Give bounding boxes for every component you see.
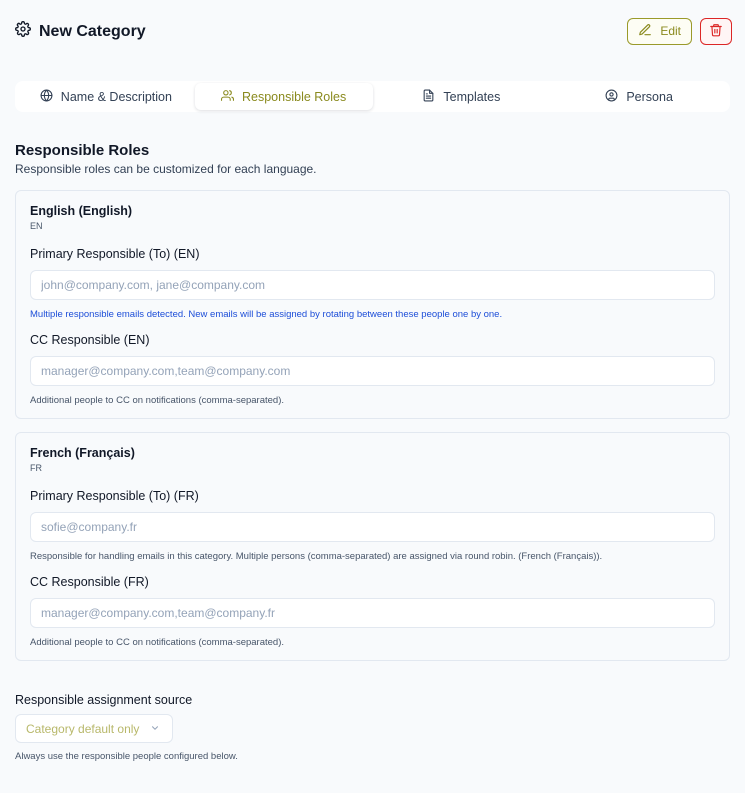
- tab-name-description[interactable]: Name & Description: [17, 83, 195, 110]
- tab-label: Templates: [443, 89, 501, 104]
- section-title: Responsible Roles: [15, 142, 150, 159]
- users-icon: [221, 89, 234, 105]
- assignment-source-select[interactable]: Category default only: [15, 714, 173, 743]
- primary-responsible-label: Primary Responsible (To) (EN): [30, 247, 200, 261]
- cc-responsible-input-fr[interactable]: [30, 598, 715, 628]
- cc-responsible-input-en[interactable]: [30, 356, 715, 386]
- tab-label: Name & Description: [60, 89, 172, 104]
- tab-templates[interactable]: Templates: [373, 83, 551, 110]
- page-title: New Category: [39, 22, 146, 40]
- tab-label: Responsible Roles: [242, 89, 347, 104]
- language-code: EN: [30, 221, 43, 231]
- assignment-source-hint: Always use the responsible people config…: [15, 751, 238, 762]
- header-actions: Edit: [627, 17, 732, 45]
- assignment-source-value: Category default only: [26, 721, 140, 736]
- cc-responsible-label: CC Responsible (FR): [30, 575, 149, 589]
- primary-responsible-hint: Multiple responsible emails detected. Ne…: [30, 309, 503, 320]
- header: New Category Edit: [15, 0, 732, 62]
- pencil-icon: [638, 23, 652, 40]
- delete-button[interactable]: [700, 17, 732, 45]
- section-description: Responsible roles can be customized for …: [15, 162, 317, 176]
- language-card-fr: French (Français) FR Primary Responsible…: [15, 432, 730, 661]
- tab-bar: Name & Description Responsible Roles Tem…: [15, 81, 730, 112]
- edit-button-label: Edit: [660, 24, 681, 38]
- title-wrap: New Category: [15, 21, 146, 42]
- user-circle-icon: [605, 89, 618, 105]
- cc-responsible-label: CC Responsible (EN): [30, 333, 150, 347]
- document-icon: [422, 89, 435, 105]
- edit-button[interactable]: Edit: [627, 17, 692, 45]
- primary-responsible-hint: Responsible for handling emails in this …: [30, 551, 603, 562]
- tab-responsible-roles[interactable]: Responsible Roles: [194, 83, 373, 110]
- language-card-en: English (English) EN Primary Responsible…: [15, 190, 730, 419]
- cc-responsible-hint: Additional people to CC on notifications…: [30, 395, 284, 406]
- gear-icon: [15, 21, 31, 42]
- globe-icon: [40, 89, 53, 105]
- tab-label: Persona: [626, 89, 673, 104]
- cc-responsible-hint: Additional people to CC on notifications…: [30, 637, 284, 648]
- chevron-down-icon: [150, 722, 160, 736]
- primary-responsible-input-fr[interactable]: [30, 512, 715, 542]
- language-name: English (English): [30, 204, 133, 218]
- tab-persona[interactable]: Persona: [550, 83, 728, 110]
- page: New Category Edit Name & Description Res…: [0, 0, 745, 793]
- language-code: FR: [30, 463, 42, 473]
- trash-icon: [709, 23, 723, 40]
- primary-responsible-label: Primary Responsible (To) (FR): [30, 489, 199, 503]
- assignment-source-label: Responsible assignment source: [15, 693, 193, 707]
- primary-responsible-input-en[interactable]: [30, 270, 715, 300]
- language-name: French (Français): [30, 446, 135, 460]
